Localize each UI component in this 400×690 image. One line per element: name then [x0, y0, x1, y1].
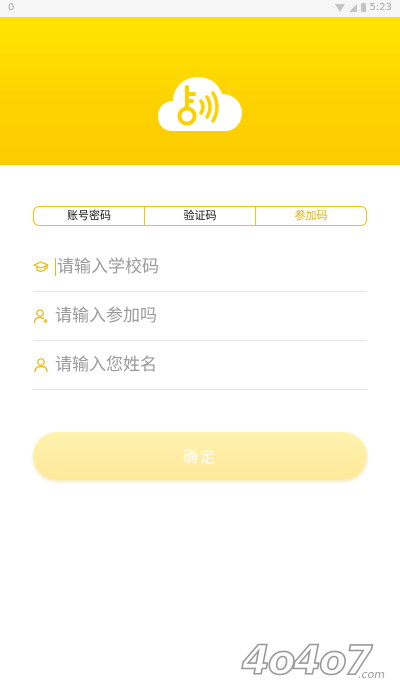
- join-code-row: [33, 292, 367, 341]
- text-caret: [55, 258, 56, 276]
- header-banner: [0, 17, 400, 165]
- user-icon: [34, 358, 48, 373]
- watermark-logo: 4o4o7 .com: [240, 637, 385, 684]
- school-code-row: [33, 243, 367, 292]
- name-input[interactable]: [55, 355, 367, 375]
- name-row: [33, 341, 367, 390]
- confirm-button[interactable]: 确定: [33, 432, 367, 480]
- watermark-text: 4o4o7: [241, 638, 373, 684]
- join-code-input[interactable]: [55, 306, 367, 326]
- cloud-key-icon: [158, 77, 242, 131]
- tab-account-password[interactable]: 账号密码: [34, 207, 145, 225]
- login-method-tabs: 账号密码 验证码 参加码: [33, 206, 367, 226]
- status-bar: 0 5:23: [0, 0, 400, 17]
- tab-verification-code[interactable]: 验证码: [145, 207, 256, 225]
- graduation-cap-icon: [33, 261, 49, 272]
- wifi-icon: [334, 3, 345, 12]
- status-time: 5:23: [369, 2, 392, 13]
- school-code-input[interactable]: [57, 257, 367, 277]
- status-indicator: 0: [8, 2, 15, 13]
- user-add-icon: [33, 309, 48, 324]
- tab-join-code[interactable]: 参加码: [256, 207, 366, 225]
- watermark-suffix: .com: [358, 668, 385, 681]
- battery-icon: [360, 3, 366, 12]
- signal-icon: [348, 3, 357, 12]
- status-icons: 5:23: [334, 2, 392, 13]
